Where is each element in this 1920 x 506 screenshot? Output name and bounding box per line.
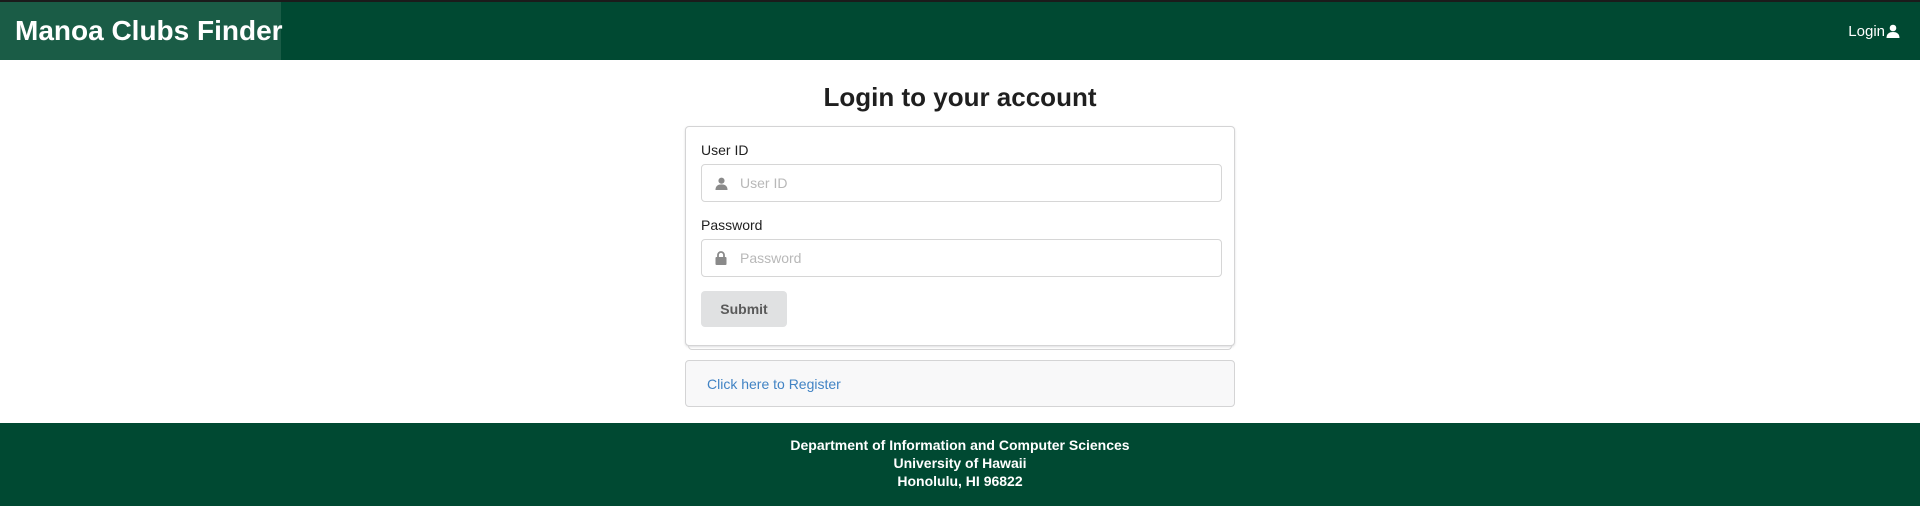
login-menu[interactable]: Login [1848,2,1900,60]
page-title: Login to your account [823,82,1097,112]
userid-field[interactable] [701,164,1222,202]
footer: Department of Information and Computer S… [0,423,1920,506]
footer-university: University of Hawaii [893,455,1027,471]
password-label: Password [701,217,763,233]
register-link[interactable]: Click here to Register [707,376,841,392]
userid-input[interactable] [740,175,1210,191]
login-form: User ID Password Submit [685,126,1235,350]
userid-label: User ID [701,142,749,158]
submit-button[interactable]: Submit [701,291,787,327]
lock-icon [702,251,740,265]
footer-address: Honolulu, HI 96822 [897,473,1023,489]
top-navbar: Manoa Clubs Finder Login [0,0,1920,60]
brand-link[interactable]: Manoa Clubs Finder [0,2,283,60]
user-icon [1886,24,1900,38]
password-input[interactable] [740,250,1210,266]
footer-department: Department of Information and Computer S… [790,437,1130,453]
user-icon [702,177,740,190]
login-label: Login [1848,22,1885,40]
password-field[interactable] [701,239,1222,277]
register-message: Click here to Register [685,360,1235,407]
